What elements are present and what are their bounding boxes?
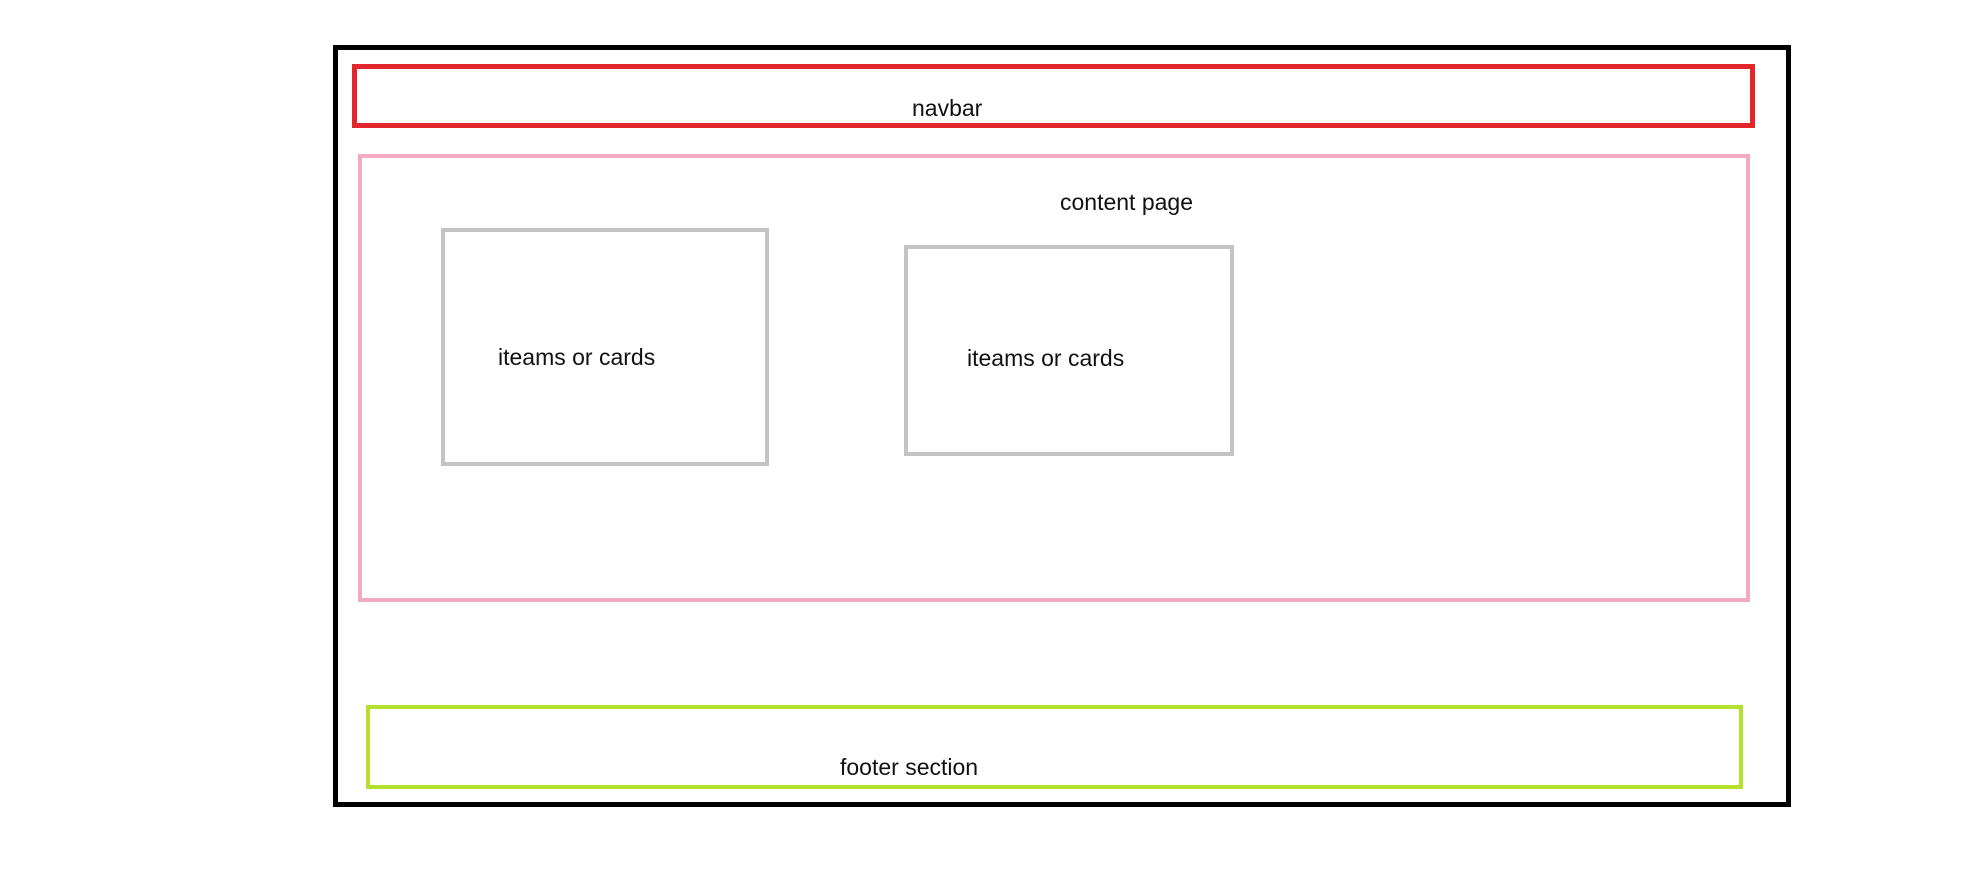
wireframe-diagram: navbar content page iteams or cards itea…	[0, 0, 1982, 880]
navbar-box	[352, 64, 1755, 128]
footer-section-box	[366, 705, 1743, 789]
navbar-label: navbar	[912, 95, 983, 121]
card-label: iteams or cards	[498, 344, 656, 370]
footer-section-label: footer section	[840, 754, 979, 780]
card-label: iteams or cards	[967, 345, 1125, 371]
content-page-label: content page	[1060, 189, 1194, 215]
